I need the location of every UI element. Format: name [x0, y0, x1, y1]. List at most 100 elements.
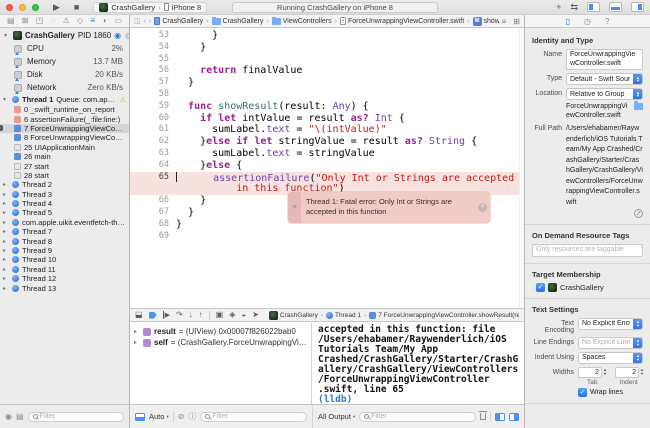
no-entry-icon[interactable]: ⊘: [178, 412, 185, 421]
gauge-row[interactable]: NetworkZero KB/s: [0, 81, 129, 94]
stop-button[interactable]: ■: [74, 3, 79, 12]
step-into-icon[interactable]: ↓: [189, 310, 193, 320]
history-inspector-icon[interactable]: ◷: [584, 17, 591, 26]
breakpoint-navigator-icon[interactable]: ◗: [102, 16, 107, 26]
disclosure-icon[interactable]: ▸: [3, 219, 9, 226]
breadcrumb-item[interactable]: CrashGallery: [154, 17, 203, 25]
report-navigator-icon[interactable]: ▭: [114, 16, 122, 26]
code-line[interactable]: 69: [130, 231, 519, 243]
code-line[interactable]: 55: [130, 54, 519, 66]
find-navigator-icon[interactable]: ◌: [51, 16, 56, 26]
navigator-filter-field[interactable]: Filter: [28, 412, 124, 422]
stepper-icon[interactable]: ▲▼: [640, 367, 644, 376]
disclosure-icon[interactable]: ▸: [3, 209, 9, 216]
step-out-icon[interactable]: ↑: [199, 310, 203, 320]
code-line[interactable]: 65 assertionFailure("Only Int or Strings…: [130, 172, 519, 184]
tab-width-field[interactable]: 2: [578, 367, 602, 378]
breadcrumb-item[interactable]: ForceUnwrappingViewController.swift: [340, 17, 464, 25]
stepper-icon[interactable]: ▲▼: [603, 367, 607, 376]
stack-frame-row[interactable]: 28 start: [0, 171, 129, 180]
stack-frame-row[interactable]: 25 UIApplicationMain: [0, 143, 129, 152]
step-over-icon[interactable]: ↷: [176, 310, 183, 320]
environment-overrides-icon[interactable]: ◒: [241, 310, 246, 320]
debug-navigator-icon[interactable]: ≡: [90, 16, 95, 26]
code-line[interactable]: 59 func showResult(result: Any) {: [130, 101, 519, 113]
run-button[interactable]: ▶: [53, 3, 60, 12]
list-view-icon[interactable]: ▤: [16, 412, 24, 421]
close-annotation-button[interactable]: ✕: [475, 192, 490, 223]
hide-debug-area-icon[interactable]: ⬓: [135, 310, 143, 320]
code-line[interactable]: 58: [130, 89, 519, 101]
type-popup[interactable]: Default - Swift Source▲▼: [566, 73, 643, 85]
source-editor[interactable]: 53 }54 }5556 return finalValue57 }5859 f…: [130, 28, 524, 308]
thread-row[interactable]: ▸Thread 8: [0, 236, 129, 245]
show-variables-pane-icon[interactable]: [495, 413, 505, 421]
test-navigator-icon[interactable]: ◇: [77, 16, 83, 26]
variable-row[interactable]: ▸result = (UIView) 0x00007f826022bab0: [130, 326, 311, 337]
forward-button[interactable]: ›: [149, 18, 151, 25]
wrap-lines-checkbox[interactable]: ✓: [578, 388, 587, 397]
disclosure-icon[interactable]: ▸: [3, 200, 9, 207]
stack-frame-row[interactable]: 8 ForceUnwrappingViewController.calcula…: [0, 133, 129, 142]
code-line[interactable]: 53 }: [130, 30, 519, 42]
stack-frame-row[interactable]: 0 _swift_runtime_on_report: [0, 105, 129, 114]
memory-graph-icon[interactable]: ◈: [229, 310, 235, 320]
stack-frame-row[interactable]: 6 assertionFailure(_:file:line:): [0, 114, 129, 123]
console-view[interactable]: accepted in this function: file/Users/eh…: [313, 323, 524, 404]
console-output-popup[interactable]: All Output ▾: [318, 412, 355, 421]
issue-navigator-icon[interactable]: ⚠: [63, 16, 70, 26]
thread-row[interactable]: ▸Thread 10: [0, 255, 129, 264]
zoom-window-button[interactable]: [32, 4, 39, 11]
disclosure-icon[interactable]: ▸: [3, 256, 9, 263]
source-control-navigator-icon[interactable]: ⊠: [22, 16, 29, 26]
variable-row[interactable]: ▸self = (CrashGallery.ForceUnwrappingVie…: [130, 337, 311, 348]
symbol-navigator-icon[interactable]: ◳: [36, 16, 44, 26]
process-row[interactable]: ▾ CrashGallery PID 1860 ◉ ◎: [0, 28, 129, 42]
disclosure-icon[interactable]: ▸: [3, 266, 9, 273]
breadcrumb-item[interactable]: CrashGallery: [212, 18, 264, 25]
library-button[interactable]: +: [556, 3, 561, 12]
target-membership-row[interactable]: ✓ CrashGallery: [536, 283, 643, 292]
pause-debugging-icon[interactable]: ◉: [114, 31, 121, 40]
gauge-row[interactable]: Memory13.7 MB: [0, 55, 129, 68]
disclosure-icon[interactable]: ▸: [134, 339, 140, 346]
disclosure-icon[interactable]: ▸: [134, 328, 140, 335]
gauge-row[interactable]: CPU2%: [0, 42, 129, 55]
console-filter-field[interactable]: Filter: [359, 412, 476, 422]
disclosure-icon[interactable]: ▸: [3, 191, 9, 198]
target-checkbox[interactable]: ✓: [536, 283, 545, 292]
code-line[interactable]: 60 if let intValue = result as? Int {: [130, 113, 519, 125]
disclosure-icon[interactable]: ▸: [3, 247, 9, 254]
clear-console-icon[interactable]: [480, 413, 486, 420]
breadcrumb-item[interactable]: showResult(result:): [473, 17, 499, 26]
disclosure-icon[interactable]: ▸: [3, 275, 9, 282]
toggle-navigator-button[interactable]: [587, 2, 600, 12]
stack-frame-row[interactable]: 27 start: [0, 161, 129, 170]
folder-icon[interactable]: [634, 103, 643, 110]
disclosure-icon[interactable]: ▸: [3, 238, 9, 245]
close-window-button[interactable]: [6, 4, 13, 11]
toggle-debug-area-button[interactable]: [609, 2, 622, 12]
code-line[interactable]: 63 sumLabel.text = stringValue: [130, 148, 519, 160]
code-line[interactable]: 62 }else if let stringValue = result as?…: [130, 136, 519, 148]
related-items-icon[interactable]: ◫: [134, 17, 141, 25]
thread-row[interactable]: ▸Thread 7: [0, 227, 129, 236]
file-inspector-icon[interactable]: ▯: [566, 17, 570, 26]
code-line[interactable]: 57 }: [130, 77, 519, 89]
disclosure-icon[interactable]: ▸: [3, 228, 9, 235]
minimize-window-button[interactable]: [19, 4, 26, 11]
name-field[interactable]: ForceUnwrappingViewController.swift: [566, 49, 643, 70]
thread-row[interactable]: ▸Thread 9: [0, 246, 129, 255]
gauge-view-icon[interactable]: ◉: [5, 412, 12, 421]
info-icon[interactable]: ⓘ: [188, 411, 196, 422]
thread-row[interactable]: ▸Thread 5: [0, 208, 129, 217]
thread-row[interactable]: ▸Thread 11: [0, 265, 129, 274]
activate-breakpoints-icon[interactable]: [149, 312, 157, 319]
disclosure-icon[interactable]: ▸: [3, 181, 9, 188]
project-navigator-icon[interactable]: ▤: [7, 16, 15, 26]
indent-using-popup[interactable]: Spaces▲▼: [578, 352, 643, 364]
breadcrumb-item[interactable]: ViewControllers: [272, 18, 332, 25]
thread-row[interactable]: ▸com.apple.uikit.eventfetch-thread (6): [0, 218, 129, 227]
thread-row[interactable]: ▸Thread 2: [0, 180, 129, 189]
editor-options-button[interactable]: ⇆: [570, 3, 578, 12]
